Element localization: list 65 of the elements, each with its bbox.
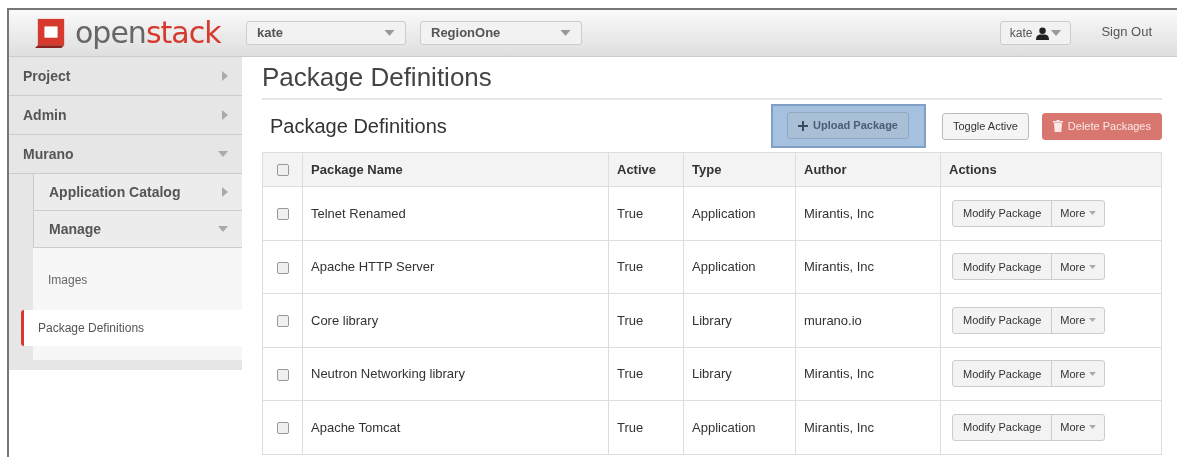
table-cell: Core library [302,293,609,347]
table-cell: Application [683,400,796,454]
more-button[interactable]: More [1052,361,1105,387]
table-cell: Application [683,186,796,240]
trash-icon [1052,120,1063,132]
table-cell: Apache Tomcat [302,400,609,454]
column-header: Author [795,152,941,187]
caret-icon [384,30,395,36]
modify-button[interactable]: Modify Package [953,307,1053,333]
table-cell: Library [683,347,796,401]
checkbox[interactable] [276,208,289,221]
caret-icon [1089,318,1097,323]
table-cell: Library [683,293,796,347]
table-cell: Application [683,240,796,294]
caret-icon [560,30,571,36]
table-cell: Mirantis, Inc [795,347,941,401]
project-select[interactable]: kate [246,21,406,45]
table-cell: Telnet Renamed [302,186,609,240]
column-header: Actions [940,152,1162,187]
table-cell: Mirantis, Inc [795,400,941,454]
more-button[interactable]: More [1052,307,1105,333]
sidebar-link[interactable]: Images [33,262,242,298]
more-button[interactable]: More [1052,200,1105,226]
table-cell: True [608,240,684,294]
modify-button[interactable]: Modify Package [953,200,1053,226]
table-cell: True [608,186,684,240]
logo-text: openstack [75,18,221,48]
column-header: Type [683,152,796,187]
more-button[interactable]: More [1052,254,1105,280]
upload-button[interactable]: Upload Package [787,112,909,139]
plus-icon [798,120,808,131]
sidebar-item[interactable]: Application Catalog [33,174,242,211]
modify-button[interactable]: Modify Package [953,254,1053,280]
page-title: Package Definitions [262,57,1162,100]
checkbox[interactable] [276,164,289,177]
caret-icon [1089,371,1097,376]
sign-out-link[interactable]: Sign Out [1101,22,1152,42]
caret-icon [1089,425,1097,430]
caret-icon [1089,211,1097,216]
user-menu[interactable]: kate [999,21,1072,45]
column-header: Package Name [302,152,609,187]
caret-icon [1051,30,1062,36]
table-cell: Neutron Networking library [302,347,609,401]
toggle-button[interactable]: Toggle Active [942,112,1029,140]
table-cell: Mirantis, Inc [795,240,941,294]
table-cell: True [608,400,684,454]
more-button[interactable]: More [1052,414,1105,440]
modify-button[interactable]: Modify Package [953,361,1053,387]
user-icon [1036,26,1050,40]
table-cell: murano.io [795,293,941,347]
table-title: Package Definitions [269,114,447,139]
checkbox[interactable] [276,368,289,381]
table-cell: True [608,293,684,347]
column-header: Active [608,152,684,187]
table-cell: Apache HTTP Server [302,240,609,294]
table-cell: True [608,347,684,401]
checkbox[interactable] [276,315,289,328]
checkbox[interactable] [276,261,289,274]
table-cell: Mirantis, Inc [795,186,941,240]
sidebar-link[interactable]: Package Definitions [21,310,244,346]
sidebar-item[interactable]: Manage [33,211,242,248]
region-select[interactable]: RegionOne [420,21,582,45]
modify-button[interactable]: Modify Package [953,414,1053,440]
caret-icon [1089,264,1097,269]
checkbox[interactable] [276,422,289,435]
